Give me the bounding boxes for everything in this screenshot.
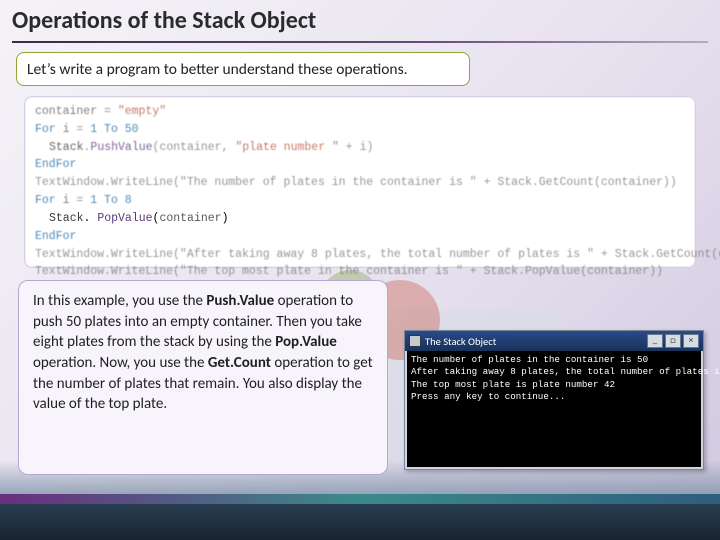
code-line: For i = 1 To 50: [35, 121, 685, 139]
code-line: Stack.PushValue(container, "plate number…: [35, 139, 685, 157]
footer-accent: [0, 494, 720, 504]
console-line: The top most plate is plate number 42: [411, 379, 697, 391]
console-title: The Stack Object: [425, 335, 496, 348]
bold-pushvalue: Push.Value: [206, 292, 274, 310]
console-line: After taking away 8 plates, the total nu…: [411, 366, 697, 378]
console-output: The number of plates in the container is…: [407, 351, 701, 467]
console-window: The Stack Object _ □ × The number of pla…: [404, 330, 704, 470]
code-line-highlight: Stack. PopValue(container): [35, 210, 685, 228]
minimize-button[interactable]: _: [647, 334, 663, 348]
title-underline: [12, 41, 708, 43]
console-titlebar: The Stack Object _ □ ×: [405, 331, 703, 351]
code-line: TextWindow.WriteLine("The number of plat…: [35, 174, 685, 192]
explanation-callout: In this example, you use the Push.Value …: [18, 280, 388, 475]
title-area: Operations of the Stack Object: [12, 6, 708, 43]
code-line: TextWindow.WriteLine("After taking away …: [35, 246, 685, 264]
slide: Operations of the Stack Object Let’s wri…: [0, 0, 720, 540]
bold-popvalue: Pop.Value: [275, 333, 337, 351]
footer-bar: [0, 504, 720, 540]
explain-text: In this example, you use the Push.Value …: [33, 292, 373, 413]
maximize-button[interactable]: □: [665, 334, 681, 348]
code-line: EndFor: [35, 228, 685, 246]
intro-text: Let’s write a program to better understa…: [27, 60, 408, 79]
bold-getcount: Get.Count: [208, 354, 271, 372]
console-app-icon: [409, 335, 421, 347]
console-line: Press any key to continue...: [411, 391, 697, 403]
close-button[interactable]: ×: [683, 334, 699, 348]
code-panel: container = "empty" For i = 1 To 50 Stac…: [24, 96, 696, 268]
intro-callout: Let’s write a program to better understa…: [16, 52, 470, 86]
code-line: For i = 1 To 8: [35, 192, 685, 210]
code-line: TextWindow.WriteLine("The top most plate…: [35, 263, 685, 281]
code-line: EndFor: [35, 156, 685, 174]
slide-title: Operations of the Stack Object: [12, 6, 708, 35]
console-line: The number of plates in the container is…: [411, 354, 697, 366]
code-line: container = "empty": [35, 103, 685, 121]
